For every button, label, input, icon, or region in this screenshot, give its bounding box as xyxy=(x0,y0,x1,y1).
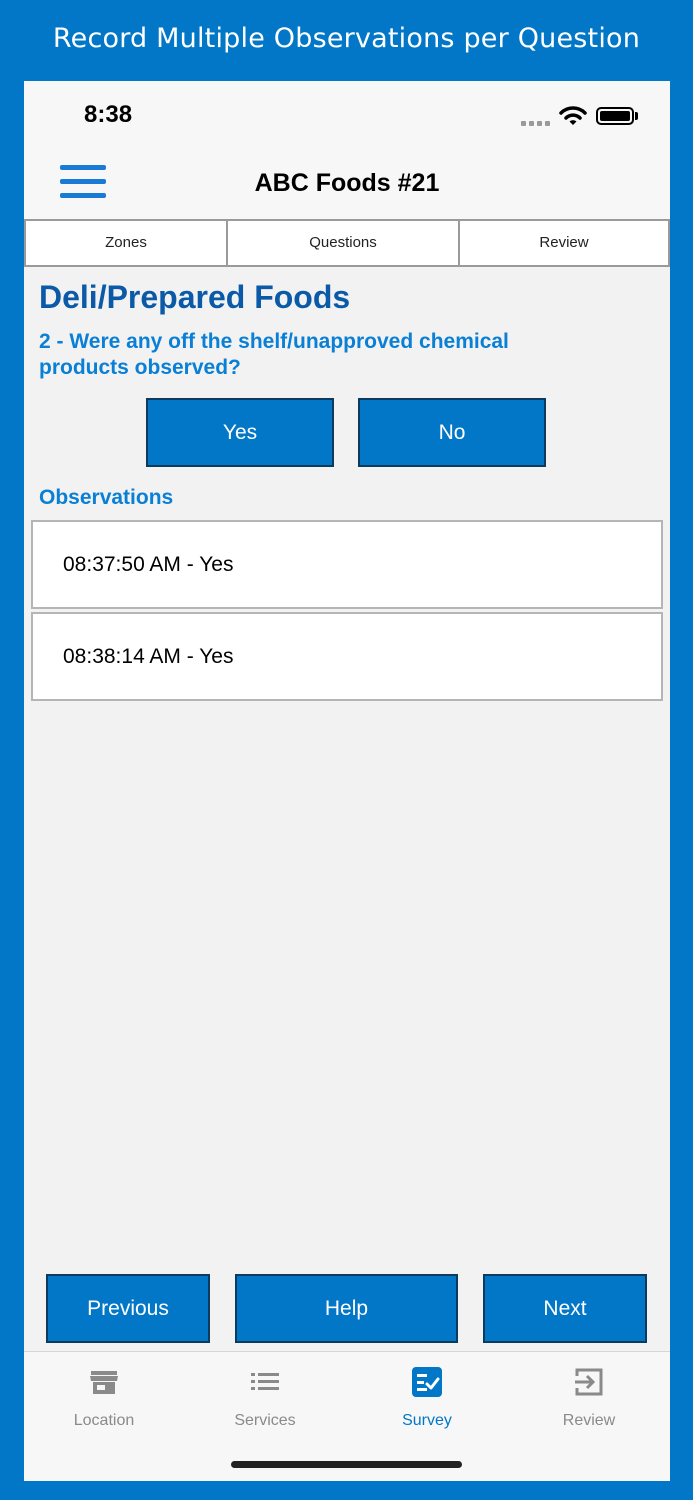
next-button[interactable]: Next xyxy=(483,1274,647,1343)
help-button[interactable]: Help xyxy=(235,1274,458,1343)
yes-button[interactable]: Yes xyxy=(146,398,334,467)
exit-arrow-icon xyxy=(575,1368,603,1396)
segment-tabs: Zones Questions Review xyxy=(24,219,670,267)
tab-zones[interactable]: Zones xyxy=(24,219,228,267)
battery-cap xyxy=(635,112,638,120)
observations-label: Observations xyxy=(39,486,174,509)
battery-icon xyxy=(596,107,634,125)
tab-review[interactable]: Review xyxy=(458,219,670,267)
wifi-icon xyxy=(559,106,587,125)
home-indicator[interactable] xyxy=(231,1461,462,1468)
tab-label: Services xyxy=(234,1412,296,1429)
survey-check-icon xyxy=(412,1367,442,1397)
tab-label: Survey xyxy=(402,1412,452,1429)
tab-location[interactable]: Location xyxy=(49,1366,159,1430)
no-button[interactable]: No xyxy=(358,398,546,467)
tab-label: Location xyxy=(73,1412,135,1429)
tab-questions[interactable]: Questions xyxy=(226,219,460,267)
tab-services[interactable]: Services xyxy=(210,1366,320,1430)
phone-screen: 8:38 ABC Foods #21 Zones Questions Revie… xyxy=(24,81,670,1481)
status-bar: 8:38 xyxy=(24,81,670,151)
zone-title: Deli/Prepared Foods xyxy=(39,279,351,315)
tab-review-bottom[interactable]: Review xyxy=(534,1366,644,1430)
observation-item[interactable]: 08:38:14 AM - Yes xyxy=(31,612,663,701)
cellular-signal-icon xyxy=(521,121,550,126)
nav-bar: ABC Foods #21 xyxy=(24,151,670,219)
list-icon xyxy=(251,1373,279,1390)
question-text: 2 - Were any off the shelf/unapproved ch… xyxy=(39,330,509,379)
observation-item[interactable]: 08:37:50 AM - Yes xyxy=(31,520,663,609)
store-icon xyxy=(90,1371,118,1394)
promo-banner: Record Multiple Observations per Questio… xyxy=(52,23,641,54)
tab-survey[interactable]: Survey xyxy=(372,1366,482,1430)
tab-label: Review xyxy=(562,1412,616,1429)
page-title: ABC Foods #21 xyxy=(254,169,440,197)
previous-button[interactable]: Previous xyxy=(46,1274,210,1343)
status-time: 8:38 xyxy=(84,101,133,128)
